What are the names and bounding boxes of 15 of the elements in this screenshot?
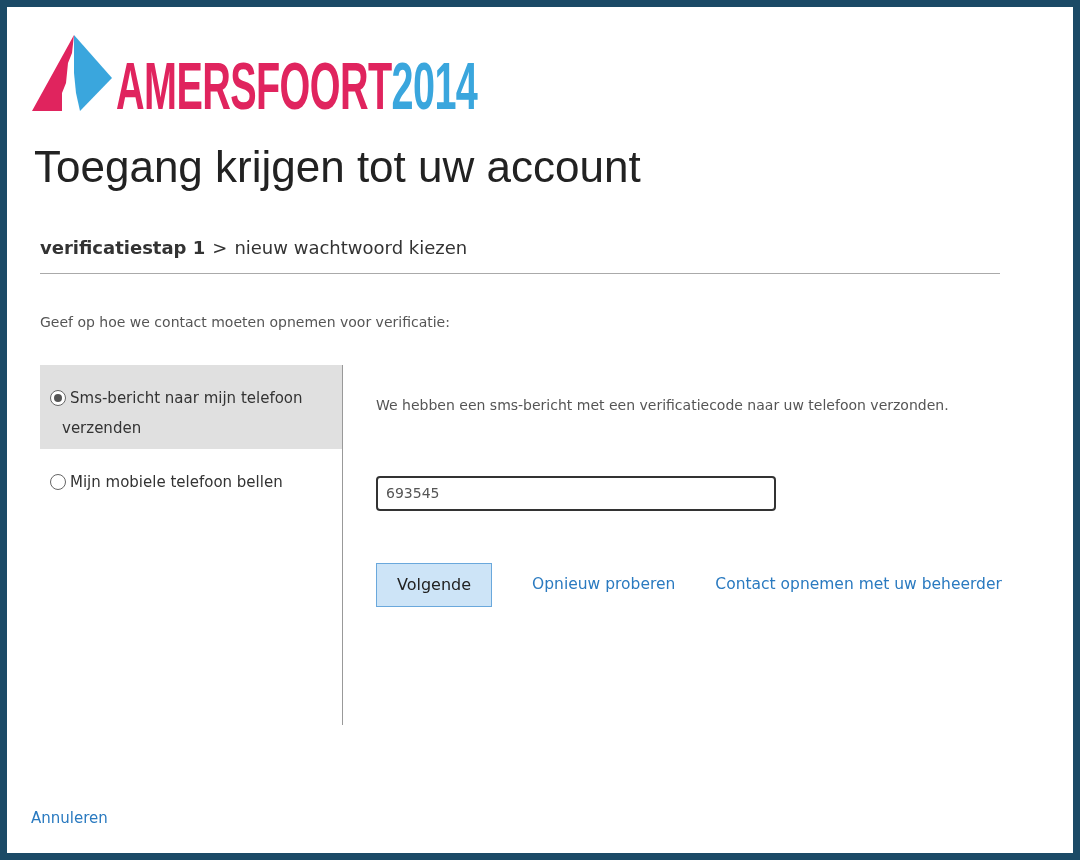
option-item[interactable]: Sms-bericht naar mijn telefoon verzenden [40,364,342,449]
logo-icon [32,33,112,113]
next-button[interactable]: Volgende [376,562,493,607]
cancel-link[interactable]: Annuleren [31,806,108,829]
page-title: Toegang krijgen tot uw account [34,141,642,193]
code-field[interactable]: 693545 [376,475,776,511]
instruction-text: Geef op hoe we contact moeten opnemen voor verificatie: [40,312,451,332]
link[interactable]: Opnieuw proberen [532,573,676,597]
logo-text: AMERSFOORT2014 [116,53,478,119]
breadcrumb-separator: > [212,236,228,258]
option-item[interactable]: Mijn mobiele telefoon bellen [40,448,342,503]
breadcrumb-step: verificatiestap 1 [40,236,206,258]
message-text: We hebben een sms-bericht met een verificatiecode naar uw telefoon verzonden. [376,395,950,415]
breadcrumb-step: nieuw wachtwoord kiezen [234,236,468,258]
link[interactable]: Contact opnemen met uw beheerder [715,573,1002,597]
